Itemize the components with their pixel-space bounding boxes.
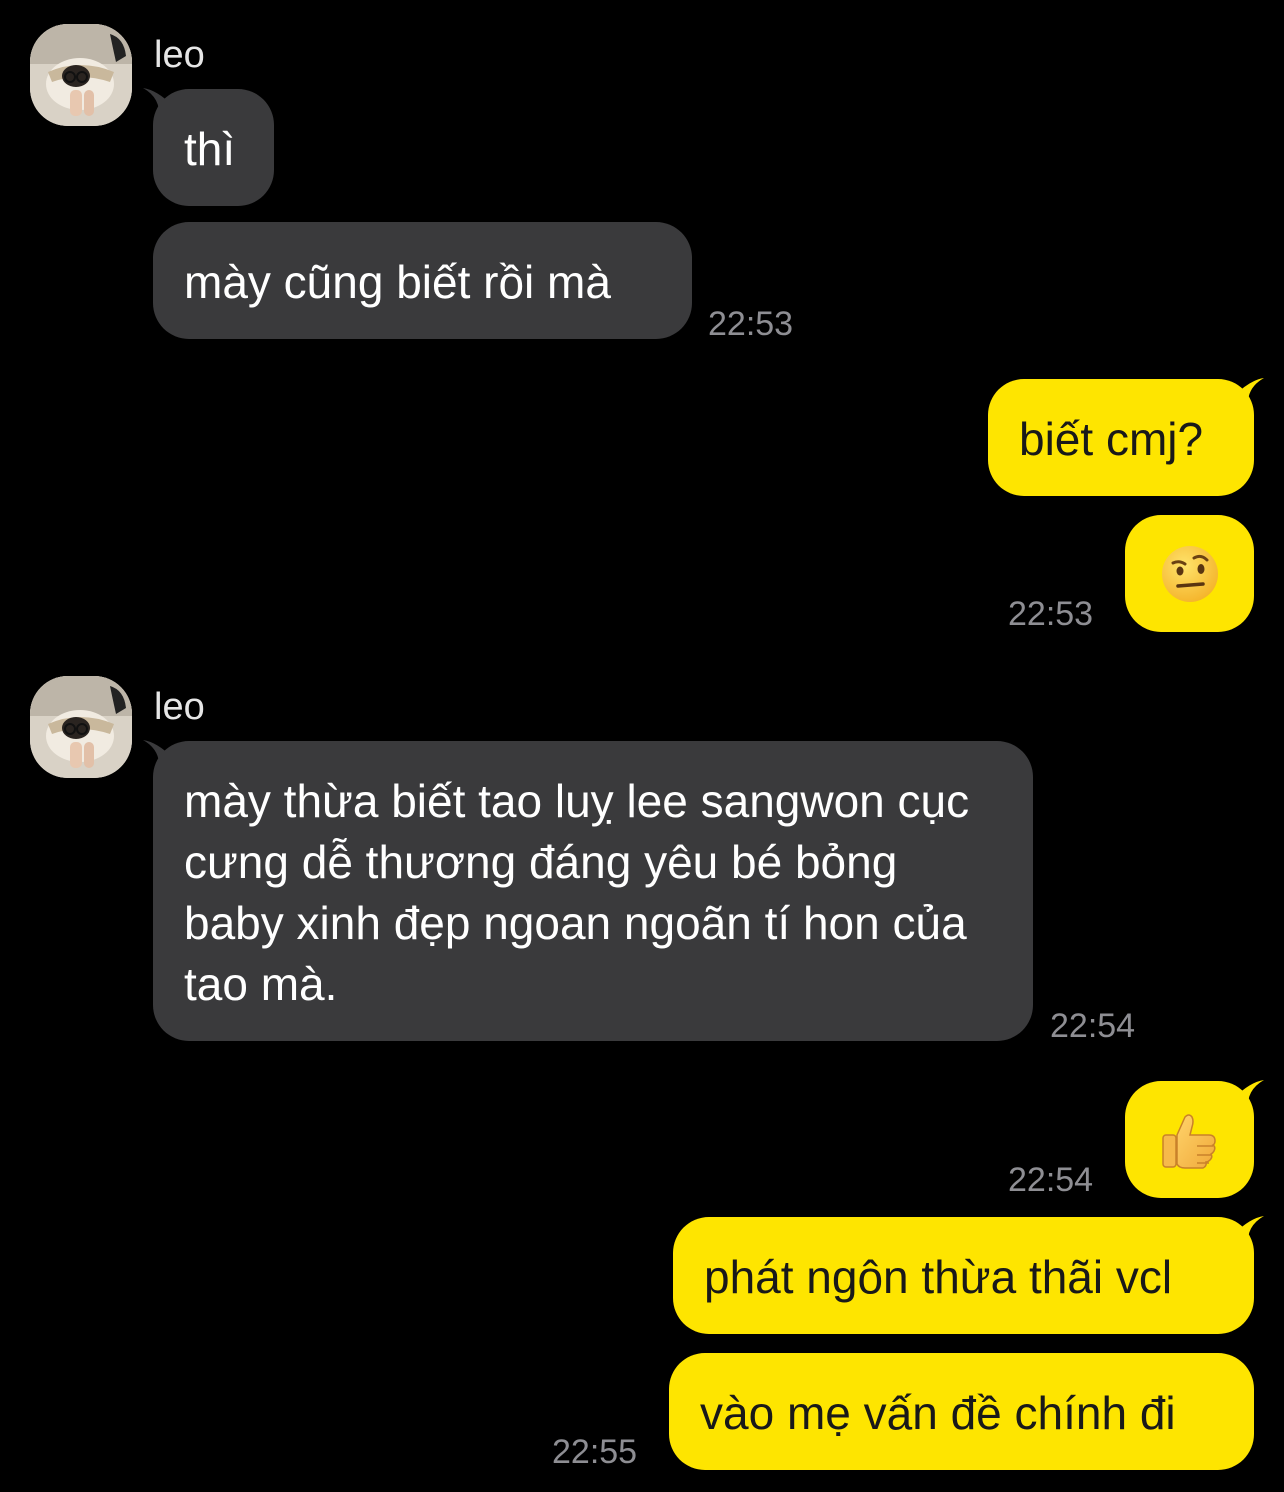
sender-name: leo: [154, 686, 205, 728]
thumbs-up-icon: [1161, 1113, 1216, 1169]
message-timestamp: 22:53: [1008, 595, 1094, 633]
raised-eyebrow-face-icon: [1161, 545, 1218, 602]
outgoing-message-bubble[interactable]: phát ngôn thừa thãi vcl: [673, 1217, 1254, 1334]
message-timestamp: 22:54: [1008, 1161, 1094, 1199]
sender-name: leo: [154, 34, 205, 76]
avatar[interactable]: [30, 676, 132, 778]
outgoing-emoji-bubble[interactable]: [1125, 515, 1254, 632]
message-timestamp: 22:54: [1050, 1007, 1136, 1045]
outgoing-message-bubble[interactable]: vào mẹ vấn đề chính đi: [669, 1353, 1254, 1470]
message-timestamp: 22:53: [708, 305, 794, 343]
incoming-message-bubble[interactable]: mày thừa biết tao luỵ lee sangwon cục cư…: [153, 741, 1033, 1041]
outgoing-message-bubble[interactable]: biết cmj?: [988, 379, 1254, 496]
message-timestamp: 22:55: [552, 1433, 638, 1471]
incoming-message-bubble[interactable]: thì: [153, 89, 274, 206]
avatar[interactable]: [30, 24, 132, 126]
outgoing-emoji-bubble[interactable]: [1125, 1081, 1254, 1198]
incoming-message-bubble[interactable]: mày cũng biết rồi mà: [153, 222, 692, 339]
